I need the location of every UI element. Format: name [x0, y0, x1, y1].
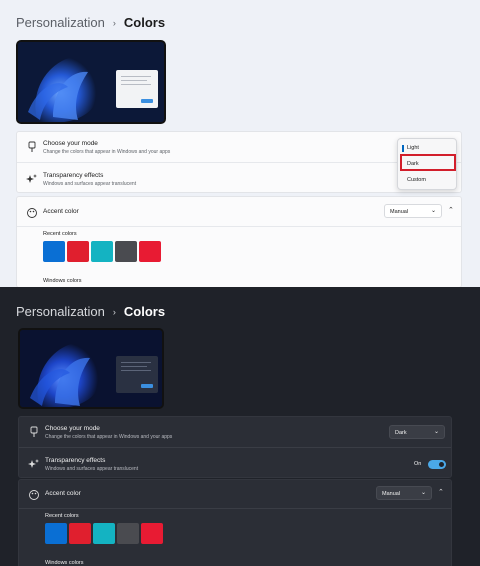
breadcrumb-parent[interactable]: Personalization [16, 15, 105, 30]
accent-select[interactable]: Manual ⌄ [384, 204, 442, 218]
windows-colors-label: Windows colors [43, 278, 82, 284]
theme-preview [18, 328, 164, 409]
transparency-subtitle: Windows and surfaces appear translucent [43, 181, 137, 187]
recent-color-swatch[interactable] [43, 241, 65, 262]
mode-subtitle: Change the colors that appear in Windows… [43, 149, 171, 155]
breadcrumb: Personalization › Colors [16, 15, 165, 30]
mode-card: Choose your mode Change the colors that … [18, 416, 452, 478]
recent-color-swatch[interactable] [139, 241, 161, 262]
mode-row: Choose your mode Change the colors that … [19, 417, 451, 448]
breadcrumb-separator: › [112, 17, 116, 28]
transparency-toggle[interactable] [428, 460, 446, 469]
accent-title: Accent color [43, 208, 79, 215]
breadcrumb-parent[interactable]: Personalization [16, 304, 105, 319]
page-title: Colors [123, 304, 166, 319]
palette-icon [27, 208, 37, 218]
mode-select[interactable]: Dark ⌄ [389, 425, 445, 439]
chevron-up-icon[interactable]: ⌃ [438, 488, 444, 496]
accent-title: Accent color [45, 490, 81, 497]
mode-subtitle: Change the colors that appear in Windows… [45, 434, 173, 440]
chevron-down-icon: ⌄ [430, 208, 436, 214]
breadcrumb: Personalization › Colors [16, 304, 165, 319]
highlight-box [400, 154, 456, 171]
dark-mode-panel: Personalization › Colors Choose your mod… [0, 287, 480, 566]
recent-color-swatch[interactable] [141, 523, 163, 544]
recent-colors-label: Recent colors [43, 231, 77, 237]
recent-color-swatch[interactable] [93, 523, 115, 544]
light-mode-panel: Personalization › Colors Choose your mod… [0, 0, 480, 287]
mode-title: Choose your mode [43, 140, 98, 147]
accent-card: Accent color Manual ⌄ ⌃ Recent colors Wi… [16, 196, 462, 287]
chevron-down-icon: ⌄ [433, 429, 439, 435]
dropdown-option-light[interactable]: Light [402, 141, 454, 155]
dropdown-option-custom[interactable]: Custom [402, 173, 454, 187]
transparency-title: Transparency effects [45, 457, 106, 464]
brush-icon [28, 141, 36, 152]
accent-select-value: Manual [390, 209, 409, 215]
recent-color-swatch[interactable] [45, 523, 67, 544]
preview-window [116, 356, 158, 393]
recent-color-swatch[interactable] [91, 241, 113, 262]
accent-card: Accent color Manual ⌄ ⌃ Recent colors Wi… [18, 479, 452, 566]
toggle-knob [439, 462, 444, 467]
breadcrumb-separator: › [112, 306, 116, 317]
recent-color-swatch[interactable] [69, 523, 91, 544]
windows-colors-label: Windows colors [45, 560, 84, 566]
transparency-title: Transparency effects [43, 172, 104, 179]
mode-row: Choose your mode Change the colors that … [17, 132, 461, 163]
mode-title: Choose your mode [45, 425, 100, 432]
recent-color-swatch[interactable] [117, 523, 139, 544]
transparency-subtitle: Windows and surfaces appear translucent [45, 466, 139, 472]
transparency-row: Transparency effects Windows and surface… [17, 164, 461, 194]
transparency-toggle-label: On [414, 461, 422, 467]
mode-card: Choose your mode Change the colors that … [16, 131, 462, 193]
chevron-down-icon: ⌄ [420, 490, 426, 496]
sparkle-icon [26, 174, 37, 183]
recent-colors-label: Recent colors [45, 513, 79, 519]
brush-icon [30, 426, 38, 437]
recent-color-swatch[interactable] [67, 241, 89, 262]
theme-preview [16, 40, 166, 124]
accent-select-value: Manual [382, 491, 401, 497]
transparency-row: Transparency effects Windows and surface… [19, 449, 451, 479]
mode-select-value: Dark [395, 430, 407, 436]
chevron-up-icon[interactable]: ⌃ [448, 206, 454, 214]
accent-select[interactable]: Manual ⌄ [376, 486, 432, 500]
sparkle-icon [28, 459, 39, 468]
preview-window [116, 70, 158, 108]
palette-icon [29, 490, 39, 500]
page-title: Colors [123, 15, 166, 30]
recent-color-swatch[interactable] [115, 241, 137, 262]
